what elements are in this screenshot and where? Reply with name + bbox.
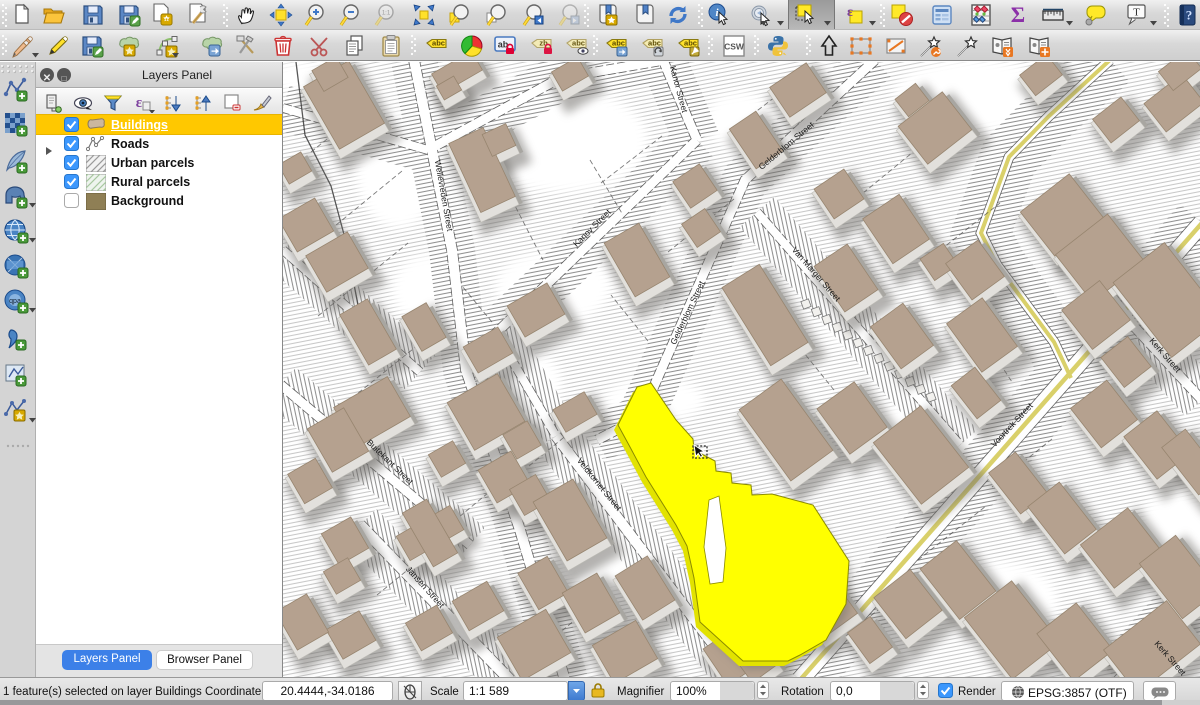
svg-text:zb: zb <box>539 39 548 48</box>
svg-text:abc: abc <box>432 39 445 48</box>
svg-text:T: T <box>1133 7 1140 19</box>
svg-text:abc: abc <box>648 39 661 48</box>
svg-text:1:1: 1:1 <box>382 11 391 17</box>
svg-text:abc: abc <box>684 39 697 48</box>
svg-text:ε: ε <box>136 95 143 111</box>
svg-text:?: ? <box>1186 8 1193 23</box>
svg-text:abc: abc <box>572 39 585 48</box>
svg-text:abc: abc <box>612 39 625 48</box>
svg-text:Σ: Σ <box>1011 3 1025 27</box>
svg-text:CSW: CSW <box>724 42 745 52</box>
svg-text:ε: ε <box>847 5 853 20</box>
